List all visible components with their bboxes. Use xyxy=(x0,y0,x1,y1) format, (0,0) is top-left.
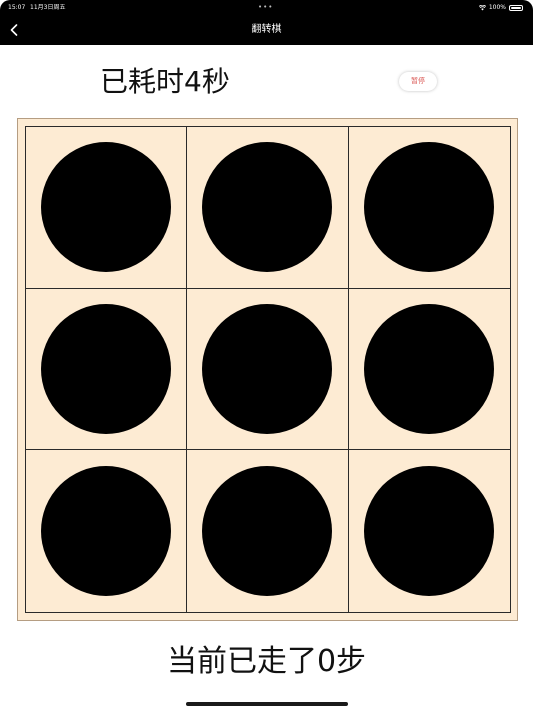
board-cell[interactable] xyxy=(348,127,510,289)
wifi-icon xyxy=(478,4,486,10)
step-counter: 当前已走了0步 xyxy=(166,644,367,679)
elapsed-time-label: 已耗时4秒 xyxy=(100,65,230,98)
black-piece xyxy=(41,303,172,434)
board-cell[interactable] xyxy=(26,288,188,451)
pause-button[interactable]: 暂停 xyxy=(399,72,437,91)
board-cell[interactable] xyxy=(26,450,188,612)
black-piece xyxy=(364,303,495,434)
battery-percent: 100% xyxy=(488,3,506,11)
app-screen: 15:07 11月3日周五 ••• 100% 翻转棋 已耗时4秒 暂停 当前已走… xyxy=(0,0,533,709)
multitasking-dots[interactable]: ••• xyxy=(258,3,273,11)
board-cell[interactable] xyxy=(187,127,349,289)
board-cell[interactable] xyxy=(349,450,510,612)
black-piece xyxy=(41,142,172,273)
game-board xyxy=(17,118,518,621)
board-cell[interactable] xyxy=(26,127,188,289)
black-piece xyxy=(202,142,333,273)
status-time: 15:07 xyxy=(8,4,26,11)
black-piece xyxy=(364,142,495,273)
top-bar: 15:07 11月3日周五 ••• 100% 翻转棋 xyxy=(0,0,533,45)
status-right: 100% xyxy=(478,3,523,12)
status-date: 11月3日周五 xyxy=(30,4,66,11)
page-title: 翻转棋 xyxy=(251,24,282,35)
board-cell[interactable] xyxy=(187,450,349,612)
black-piece xyxy=(364,466,495,597)
board-cell[interactable] xyxy=(348,289,510,451)
black-piece xyxy=(202,466,333,597)
black-piece xyxy=(202,303,333,434)
battery-icon xyxy=(509,4,523,11)
home-indicator[interactable] xyxy=(186,702,348,706)
board-grid xyxy=(25,126,511,613)
board-cell[interactable] xyxy=(187,288,349,451)
black-piece xyxy=(41,466,172,597)
